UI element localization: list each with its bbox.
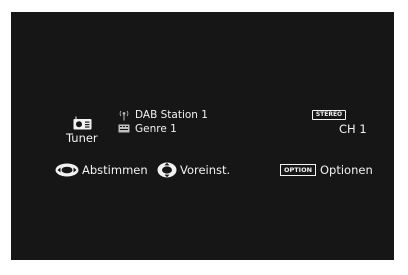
- dial-up-down-icon: [157, 162, 177, 178]
- options-hint-label: Optionen: [320, 163, 373, 177]
- station-name: DAB Station 1: [135, 109, 208, 121]
- tuner-screen: Tuner DAB Station 1 Genre 1 STEREO CH 1 …: [11, 12, 394, 260]
- antenna-icon: [119, 110, 129, 121]
- option-button-badge: OPTION: [280, 164, 316, 176]
- source-label: Tuner: [66, 131, 98, 145]
- genre-icon: [118, 124, 130, 133]
- tune-hint-label: Abstimmen: [82, 163, 148, 177]
- preset-hint-label: Voreinst.: [180, 163, 231, 177]
- dial-left-right-icon: [55, 163, 79, 177]
- radio-icon: [73, 116, 92, 130]
- stereo-badge: STEREO: [312, 110, 346, 120]
- channel-label: CH 1: [339, 122, 367, 136]
- genre-label: Genre 1: [135, 123, 177, 135]
